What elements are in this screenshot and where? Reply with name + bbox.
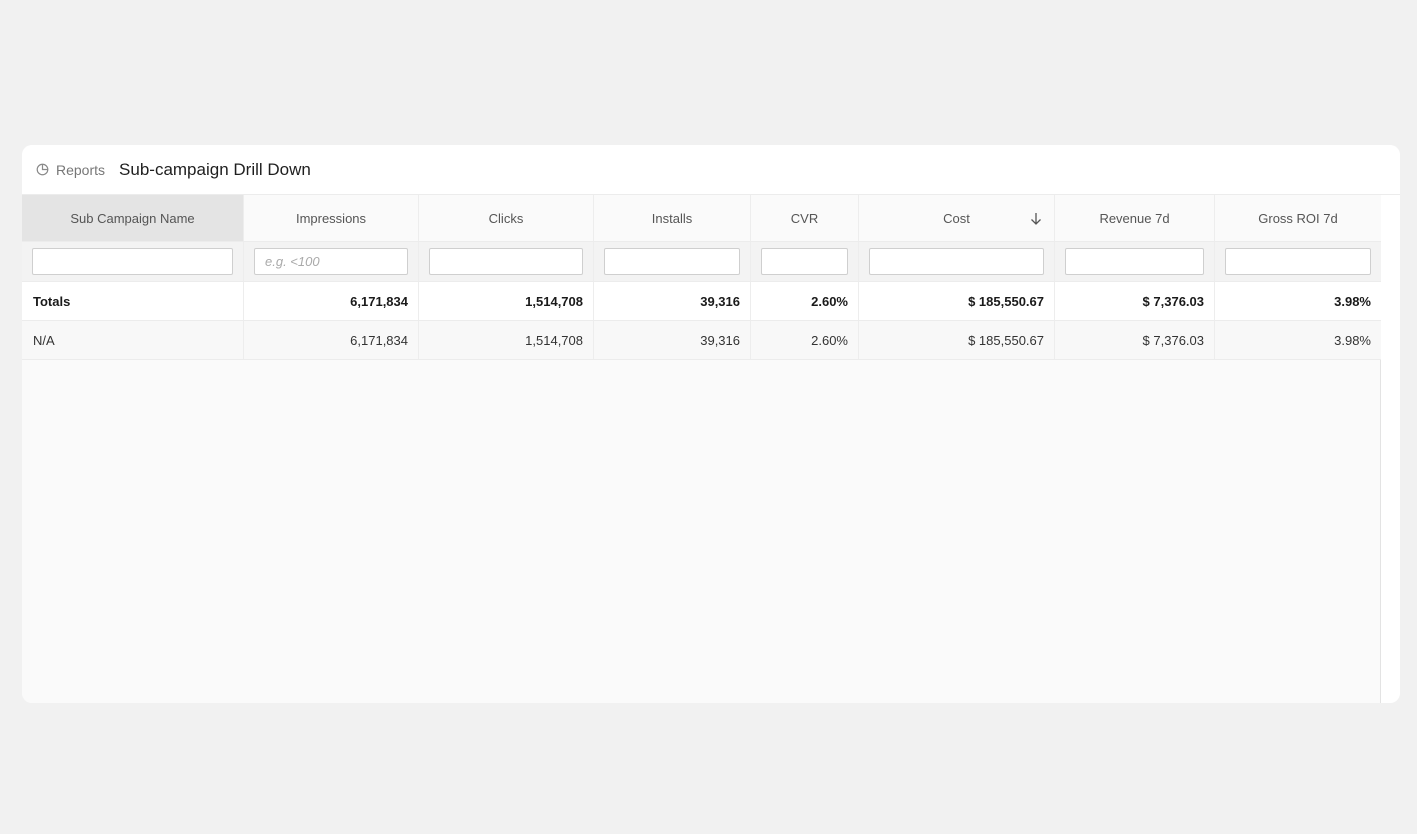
header-row: Sub Campaign Name Impressions Clicks Instal… [22,195,1381,242]
table-body: N/A 6,171,834 1,514,708 39,316 2.60% $ 185,55… [22,321,1381,360]
cell-revenue: $ 7,376.03 [1055,282,1215,320]
filter-input-cvr[interactable] [761,248,848,275]
page-title: Sub-campaign Drill Down [119,159,311,179]
column-header-installs[interactable]: Installs [594,195,751,241]
filter-cell-cost [859,242,1055,281]
filter-cell-revenue [1055,242,1215,281]
totals-row: Totals 6,171,834 1,514,708 39,316 2.60% $ 185… [22,282,1381,321]
filter-cell-clicks [419,242,594,281]
cell-name: Totals [22,282,244,320]
column-header-label: CVR [790,210,819,226]
filter-input-installs[interactable] [604,248,740,275]
column-header-label: Impressions [295,210,367,226]
sort-descending-icon[interactable] [1030,212,1042,226]
filter-input-roi[interactable] [1225,248,1371,275]
column-header-clicks[interactable]: Clicks [419,195,594,241]
pie-chart-icon [36,163,49,176]
column-header-roi[interactable]: Gross ROI 7d [1215,195,1381,241]
cell-installs: 39,316 [594,321,751,359]
filter-cell-name [22,242,244,281]
breadcrumb-label[interactable]: Reports [56,162,105,178]
column-header-name[interactable]: Sub Campaign Name [22,195,244,241]
cell-cost: $ 185,550.67 [859,321,1055,359]
cell-clicks: 1,514,708 [419,282,594,320]
cell-clicks: 1,514,708 [419,321,594,359]
panel-header: Reports Sub-campaign Drill Down [22,145,1400,195]
column-header-cvr[interactable]: CVR [751,195,859,241]
cell-roi: 3.98% [1334,332,1371,348]
filter-cell-cvr [751,242,859,281]
cell-impressions: 6,171,834 [244,282,419,320]
cell-cost: $ 185,550.67 [859,282,1055,320]
cell-impressions: 6,171,834 [244,321,419,359]
column-header-label: Sub Campaign Name [70,210,195,226]
cell-installs: 39,316 [594,282,751,320]
filter-row [22,242,1381,282]
cell-revenue: $ 7,376.03 [1055,321,1215,359]
column-header-label: Gross ROI 7d [1258,210,1338,226]
cell-name: N/A [22,321,244,359]
filter-cell-installs [594,242,751,281]
column-header-label: Revenue 7d [1099,210,1170,226]
filter-input-impressions[interactable] [254,248,408,275]
column-header-impressions[interactable]: Impressions [244,195,419,241]
breadcrumb-reports[interactable]: Reports [36,162,105,178]
cell-roi: 3.98% [1334,293,1371,309]
filter-input-name[interactable] [32,248,233,275]
filter-input-cost[interactable] [869,248,1044,275]
column-header-label: Cost [943,210,970,226]
filter-input-clicks[interactable] [429,248,583,275]
table-row[interactable]: N/A 6,171,834 1,514,708 39,316 2.60% $ 185,55… [22,321,1381,360]
column-header-label: Installs [651,210,693,226]
column-header-cost[interactable]: Cost [859,195,1055,241]
filter-input-revenue[interactable] [1065,248,1204,275]
cell-cvr: 2.60% [751,282,859,320]
column-header-revenue[interactable]: Revenue 7d [1055,195,1215,241]
column-header-label: Clicks [488,210,524,226]
vertical-scrollbar[interactable] [1381,195,1400,703]
cell-cvr: 2.60% [751,321,859,359]
report-panel: Reports Sub-campaign Drill Down Sub Camp… [22,145,1400,703]
filter-cell-impressions [244,242,419,281]
filter-cell-roi [1215,242,1381,281]
data-grid: Sub Campaign Name Impressions Clicks Instal… [22,195,1381,703]
